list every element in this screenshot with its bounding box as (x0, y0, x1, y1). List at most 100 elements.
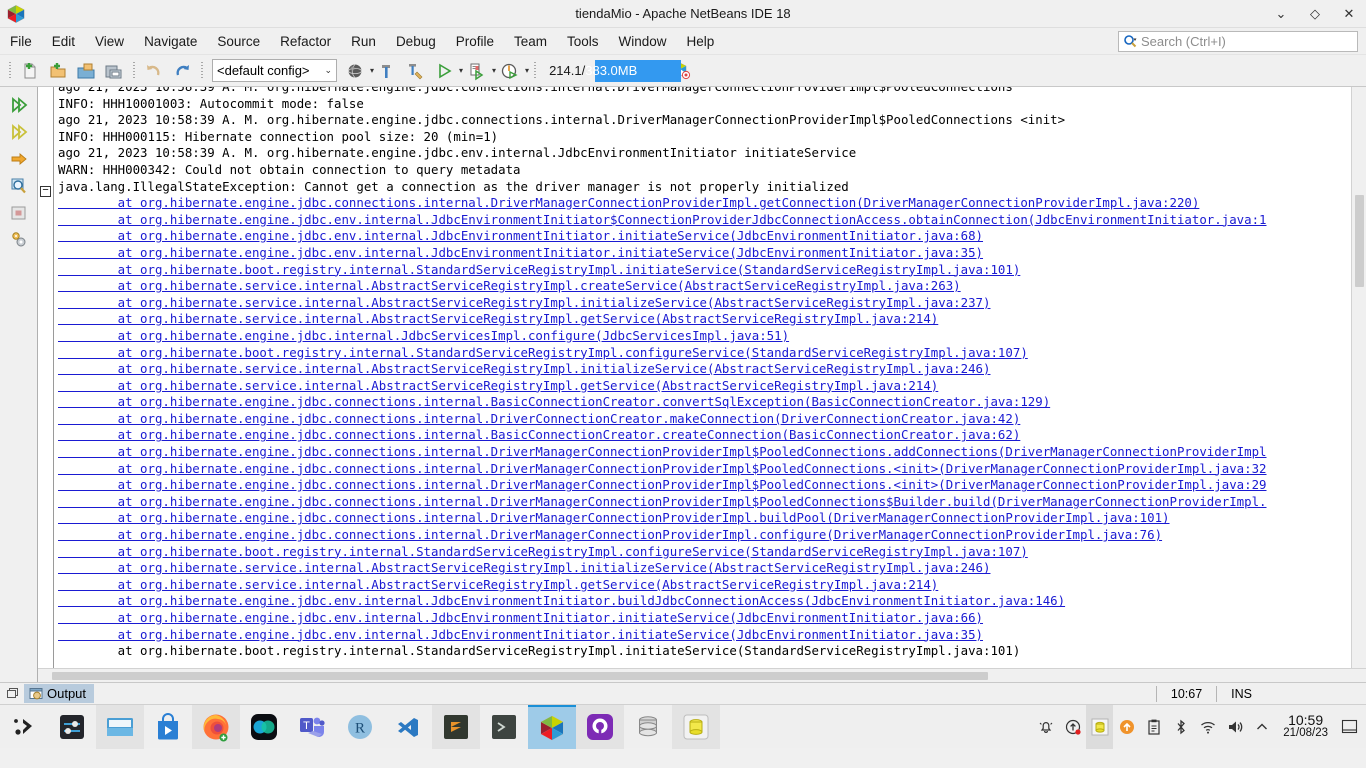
output-stacktrace-link[interactable]: at org.hibernate.service.internal.Abstra… (55, 577, 1366, 594)
output-horizontal-scrollbar[interactable] (38, 668, 1366, 682)
stop-icon[interactable] (6, 201, 32, 225)
minimize-button[interactable]: ⌄ (1264, 0, 1298, 28)
output-stacktrace-link[interactable]: at org.hibernate.boot.registry.internal.… (55, 345, 1366, 362)
output-stacktrace-link[interactable]: at org.hibernate.engine.jdbc.connections… (55, 477, 1366, 494)
menu-profile[interactable]: Profile (446, 30, 504, 53)
speaker-icon[interactable] (1221, 705, 1248, 749)
taskbar-settings[interactable] (48, 705, 96, 749)
output-stacktrace-link[interactable]: at org.hibernate.engine.jdbc.env.interna… (55, 593, 1366, 610)
output-stacktrace-link[interactable]: at org.hibernate.engine.jdbc.connections… (55, 461, 1366, 478)
taskbar-sublime[interactable] (432, 704, 480, 749)
output-stacktrace-link[interactable]: at org.hibernate.engine.jdbc.connections… (55, 195, 1366, 212)
show-desktop-button[interactable] (1336, 705, 1362, 749)
output-stacktrace-link[interactable]: at org.hibernate.engine.jdbc.connections… (55, 527, 1366, 544)
next-error-icon[interactable] (6, 147, 32, 171)
windows-tile-icon[interactable] (0, 687, 24, 700)
output-stacktrace-link[interactable]: at org.hibernate.engine.jdbc.connections… (55, 444, 1366, 461)
deploy-button[interactable] (341, 58, 369, 84)
output-stacktrace-link[interactable]: at org.hibernate.engine.jdbc.env.interna… (55, 627, 1366, 644)
output-vertical-scrollbar[interactable] (1351, 87, 1366, 668)
taskbar-teams[interactable]: T (288, 705, 336, 749)
taskbar-clock[interactable]: 10:59 21/08/23 (1275, 713, 1336, 740)
taskbar-rstudio[interactable]: R (336, 705, 384, 749)
menu-navigate[interactable]: Navigate (134, 30, 207, 53)
output-stacktrace-link[interactable]: at org.hibernate.service.internal.Abstra… (55, 378, 1366, 395)
taskbar-file-manager[interactable] (96, 704, 144, 749)
output-stacktrace-link[interactable]: at org.hibernate.service.internal.Abstra… (55, 311, 1366, 328)
bluetooth-icon[interactable] (1167, 705, 1194, 749)
taskbar-mysql-workbench[interactable] (672, 704, 720, 749)
new-project-button[interactable] (44, 58, 72, 84)
clipboard-icon[interactable] (1140, 705, 1167, 749)
clean-build-project-button[interactable] (402, 58, 430, 84)
output-stacktrace-link[interactable]: at org.hibernate.service.internal.Abstra… (55, 295, 1366, 312)
menu-source[interactable]: Source (207, 30, 270, 53)
settings-icon[interactable] (6, 228, 32, 252)
chevron-up-icon[interactable] (1248, 705, 1275, 749)
output-stacktrace-link[interactable]: at org.hibernate.boot.registry.internal.… (55, 544, 1366, 561)
menu-window[interactable]: Window (609, 30, 677, 53)
rerun-alt-icon[interactable] (6, 120, 32, 144)
orange-update-icon[interactable] (1113, 705, 1140, 749)
output-stacktrace-link[interactable]: at org.hibernate.engine.jdbc.env.interna… (55, 610, 1366, 627)
menu-refactor[interactable]: Refactor (270, 30, 341, 53)
output-stacktrace-link[interactable]: at org.hibernate.engine.jdbc.connections… (55, 394, 1366, 411)
menu-help[interactable]: Help (677, 30, 725, 53)
update-arrow-icon[interactable] (1059, 705, 1086, 749)
menu-view[interactable]: View (85, 30, 134, 53)
output-text-area[interactable]: − ago 21, 2023 10:58:39 A. M. org.hibern… (38, 87, 1366, 668)
memory-indicator[interactable]: 214.1/383.0MB (547, 59, 682, 82)
save-all-button[interactable] (100, 58, 128, 84)
output-stacktrace-link[interactable]: at org.hibernate.engine.jdbc.connections… (55, 427, 1366, 444)
mysql-tray-icon[interactable] (1086, 704, 1114, 749)
taskbar-database[interactable] (624, 705, 672, 749)
tab-output[interactable]: Output (24, 684, 95, 703)
output-stacktrace-link[interactable]: at org.hibernate.service.internal.Abstra… (55, 560, 1366, 577)
taskbar-start-menu[interactable] (0, 705, 48, 749)
menu-debug[interactable]: Debug (386, 30, 446, 53)
open-project-button[interactable] (72, 58, 100, 84)
profile-dropdown-icon[interactable]: ▾ (525, 66, 529, 75)
output-stacktrace-link[interactable]: at org.hibernate.engine.jdbc.env.interna… (55, 212, 1366, 229)
redo-button[interactable] (168, 58, 196, 84)
build-project-button[interactable] (374, 58, 402, 84)
output-stacktrace-link[interactable]: at org.hibernate.boot.registry.internal.… (55, 262, 1366, 279)
menu-tools[interactable]: Tools (557, 30, 609, 53)
menu-edit[interactable]: Edit (42, 30, 85, 53)
output-stacktrace-link[interactable]: at org.hibernate.engine.jdbc.env.interna… (55, 245, 1366, 262)
insert-mode-indicator[interactable]: INS (1216, 685, 1266, 702)
fold-marker[interactable]: − (40, 186, 51, 197)
taskbar-netbeans[interactable] (528, 704, 576, 749)
profile-project-button[interactable] (496, 58, 524, 84)
taskbar-software-store[interactable] (144, 705, 192, 749)
horizontal-scroll-thumb[interactable] (52, 672, 988, 680)
find-icon[interactable] (6, 174, 32, 198)
output-stacktrace-link[interactable]: at org.hibernate.service.internal.Abstra… (55, 278, 1366, 295)
taskbar-terminal[interactable] (480, 705, 528, 749)
menu-run[interactable]: Run (341, 30, 386, 53)
taskbar-webex[interactable] (240, 705, 288, 749)
output-stacktrace-link[interactable]: at org.hibernate.engine.jdbc.internal.Jd… (55, 328, 1366, 345)
project-config-combo[interactable]: <default config> ⌄ (212, 59, 337, 82)
new-file-button[interactable] (16, 58, 44, 84)
output-stacktrace-link[interactable]: at org.hibernate.service.internal.Abstra… (55, 361, 1366, 378)
output-stacktrace-link[interactable]: at org.hibernate.engine.jdbc.connections… (55, 510, 1366, 527)
debug-project-button[interactable] (463, 58, 491, 84)
output-stacktrace-link[interactable]: at org.hibernate.engine.jdbc.connections… (55, 494, 1366, 511)
taskbar-vscode[interactable] (384, 705, 432, 749)
vertical-scroll-thumb[interactable] (1355, 195, 1364, 287)
output-stacktrace-link[interactable]: at org.hibernate.engine.jdbc.connections… (55, 411, 1366, 428)
rerun-icon[interactable] (6, 93, 32, 117)
bell-icon[interactable] (1032, 705, 1059, 749)
taskbar-github-desktop[interactable] (576, 704, 624, 749)
undo-button[interactable] (140, 58, 168, 84)
output-stacktrace-link[interactable]: at org.hibernate.engine.jdbc.env.interna… (55, 228, 1366, 245)
close-button[interactable]: ✕ (1332, 0, 1366, 28)
wifi-icon[interactable] (1194, 705, 1221, 749)
taskbar-firefox[interactable] (192, 704, 240, 749)
menu-file[interactable]: File (0, 30, 42, 53)
maximize-button[interactable]: ◇ (1298, 0, 1332, 28)
run-project-button[interactable] (430, 58, 458, 84)
menu-team[interactable]: Team (504, 30, 557, 53)
search-input[interactable]: Search (Ctrl+I) (1118, 30, 1358, 52)
